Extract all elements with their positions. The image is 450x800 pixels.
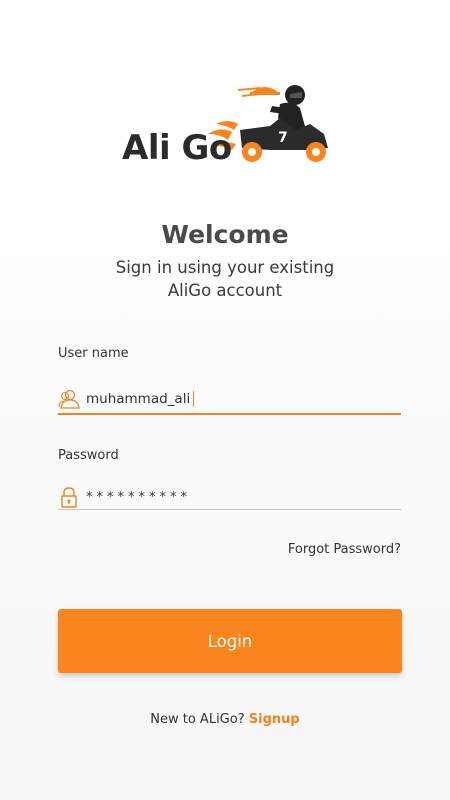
password-label: Password — [58, 448, 119, 463]
subtitle-line-1: Sign in using your existing — [115, 258, 335, 277]
username-input[interactable] — [86, 386, 191, 412]
page-title: Welcome — [161, 220, 289, 249]
username-underline — [58, 413, 401, 415]
signup-link[interactable]: Signup — [249, 712, 300, 727]
password-field[interactable]: ********** — [58, 482, 401, 512]
logo-text: Ali Go — [122, 128, 232, 168]
password-underline — [58, 509, 401, 510]
page-subtitle: Sign in using your existing AliGo accoun… — [0, 256, 450, 302]
user-icon — [58, 388, 80, 410]
username-label: User name — [58, 346, 129, 361]
forgot-password-link[interactable]: Forgot Password? — [288, 542, 401, 557]
lock-icon — [58, 486, 80, 508]
app-logo: 7 Ali Go — [120, 78, 335, 168]
login-button[interactable]: Login — [58, 609, 402, 673]
svg-text:7: 7 — [278, 130, 288, 146]
subtitle-line-2: AliGo account — [167, 281, 283, 300]
text-cursor — [193, 391, 194, 407]
signup-prompt: New to ALiGo? Signup — [0, 712, 450, 727]
password-input[interactable]: ********** — [86, 490, 191, 505]
username-field[interactable] — [58, 384, 401, 414]
signup-prompt-text: New to ALiGo? — [150, 712, 245, 727]
